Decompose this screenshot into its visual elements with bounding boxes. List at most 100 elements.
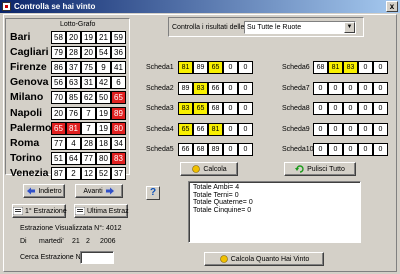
scheda-number-input[interactable]: 0 [373, 61, 388, 74]
grid-number-cell: 31 [81, 76, 96, 89]
extraction-label: Estrazione Visualizzata N°: [20, 225, 104, 232]
result-quaterne: Totale Quaterne= 0 [193, 199, 253, 206]
grid-number-cell: 65 [111, 91, 126, 104]
scheda-number-input[interactable]: 66 [193, 123, 208, 136]
scheda-number-input[interactable]: 68 [193, 143, 208, 156]
grid-number-cell: 6 [111, 76, 126, 89]
scheda-number-input[interactable]: 89 [208, 143, 223, 156]
city-label: Palermo [10, 122, 52, 134]
city-label: Napoli [10, 107, 43, 119]
scheda-number-input[interactable]: 0 [313, 102, 328, 115]
scheda-number-input[interactable]: 0 [358, 61, 373, 74]
scheda-number-input[interactable]: 0 [238, 82, 253, 95]
wheel-select[interactable]: Su Tutte le Ruote ▼ [244, 21, 356, 34]
scheda-number-input[interactable]: 0 [238, 143, 253, 156]
scheda-number-input[interactable]: 0 [343, 82, 358, 95]
scheda-number-input[interactable]: 0 [358, 102, 373, 115]
scheda-number-input[interactable]: 0 [328, 102, 343, 115]
results-textarea[interactable]: Totale Ambi= 4 Totale Terni= 0 Totale Qu… [188, 181, 361, 243]
grid-number-cell: 51 [51, 152, 66, 165]
scheda-number-input[interactable]: 0 [238, 61, 253, 74]
grid-number-cell: 21 [96, 31, 111, 44]
grid-caption: Lotto-Grafo [60, 21, 96, 28]
scheda-number-input[interactable]: 0 [373, 102, 388, 115]
scheda-number-input[interactable]: 0 [373, 143, 388, 156]
scheda-number-input[interactable]: 0 [358, 82, 373, 95]
scheda-number-input[interactable]: 0 [223, 143, 238, 156]
scheda-number-input[interactable]: 0 [328, 143, 343, 156]
scheda-number-input[interactable]: 0 [238, 102, 253, 115]
scheda-number-input[interactable]: 0 [238, 123, 253, 136]
scheda-number-input[interactable]: 66 [208, 82, 223, 95]
result-cinquine: Totale Cinquine= 0 [193, 206, 252, 214]
grid-number-cell: 20 [66, 31, 81, 44]
scheda-number-input[interactable]: 0 [373, 82, 388, 95]
scheda-number-input[interactable]: 89 [193, 61, 208, 74]
scheda-number-input[interactable]: 83 [178, 102, 193, 115]
clear-all-button[interactable]: Pulisci Tutto [284, 162, 356, 176]
chevron-down-icon[interactable]: ▼ [344, 22, 355, 33]
last-extraction-button[interactable]: Ultima Estraz [74, 204, 129, 218]
scheda-number-input[interactable]: 0 [313, 82, 328, 95]
back-button[interactable]: Indietro [23, 184, 65, 198]
scheda-number-input[interactable]: 68 [208, 102, 223, 115]
grid-number-cell: 7 [81, 107, 96, 120]
grid-number-cell: 80 [96, 152, 111, 165]
grid-number-cell: 41 [111, 61, 126, 74]
scheda-number-input[interactable]: 0 [313, 143, 328, 156]
search-extraction-input[interactable] [80, 251, 114, 264]
grid-number-cell: 19 [81, 31, 96, 44]
scheda-number-input[interactable]: 68 [313, 61, 328, 74]
scheda-number-input[interactable]: 0 [313, 123, 328, 136]
scheda-number-input[interactable]: 0 [223, 61, 238, 74]
scheda-number-input[interactable]: 0 [328, 82, 343, 95]
scheda-number-input[interactable]: 65 [178, 123, 193, 136]
scheda-number-input[interactable]: 0 [343, 143, 358, 156]
grid-number-cell: 20 [81, 46, 96, 59]
scheda-number-input[interactable]: 89 [178, 82, 193, 95]
scheda-number-input[interactable]: 0 [358, 143, 373, 156]
grid-number-cell: 28 [81, 137, 96, 150]
scheda-number-input[interactable]: 81 [328, 61, 343, 74]
help-button[interactable]: ? [146, 186, 160, 200]
scheda-number-input[interactable]: 81 [208, 123, 223, 136]
extraction-year: 2006 [100, 238, 116, 245]
scheda-number-input[interactable]: 0 [373, 123, 388, 136]
grid-number-cell: 77 [81, 152, 96, 165]
scheda-number-input[interactable]: 0 [328, 123, 343, 136]
grid-number-cell: 54 [96, 46, 111, 59]
calcola-button[interactable]: Calcola [180, 162, 238, 176]
grid-number-cell: 7 [81, 122, 96, 135]
scheda-number-input[interactable]: 83 [193, 82, 208, 95]
date-di-label: Di [20, 238, 27, 245]
scheda-label: Scheda2 [146, 85, 174, 92]
grid-number-cell: 19 [96, 122, 111, 135]
arrow-right-icon [104, 187, 115, 196]
grid-number-cell: 65 [51, 122, 66, 135]
scheda-label: Scheda4 [146, 126, 174, 133]
scheda-number-input[interactable]: 0 [223, 102, 238, 115]
grid-number-cell: 87 [51, 167, 66, 180]
close-button[interactable]: x [386, 1, 398, 12]
scheda-number-input[interactable]: 0 [223, 82, 238, 95]
grid-number-cell: 2 [66, 167, 81, 180]
forward-button[interactable]: Avanti [75, 184, 123, 198]
last-icon [74, 206, 86, 216]
scheda-number-input[interactable]: 65 [193, 102, 208, 115]
scheda-label: Scheda1 [146, 64, 174, 71]
grid-number-cell: 52 [96, 167, 111, 180]
first-extraction-button[interactable]: 1° Estrazione [12, 204, 67, 218]
scheda-number-input[interactable]: 0 [358, 123, 373, 136]
scheda-number-input[interactable]: 83 [343, 61, 358, 74]
city-label: Bari [10, 31, 31, 43]
scheda-number-input[interactable]: 0 [223, 123, 238, 136]
scheda-number-input[interactable]: 0 [343, 123, 358, 136]
scheda-label: Scheda5 [146, 146, 174, 153]
grid-number-cell: 89 [111, 107, 126, 120]
scheda-number-input[interactable]: 66 [178, 143, 193, 156]
scheda-number-input[interactable]: 65 [208, 61, 223, 74]
grid-number-cell: 75 [81, 61, 96, 74]
calculate-winnings-button[interactable]: Calcola Quanto Hai Vinto [204, 252, 324, 266]
scheda-number-input[interactable]: 81 [178, 61, 193, 74]
scheda-number-input[interactable]: 0 [343, 102, 358, 115]
